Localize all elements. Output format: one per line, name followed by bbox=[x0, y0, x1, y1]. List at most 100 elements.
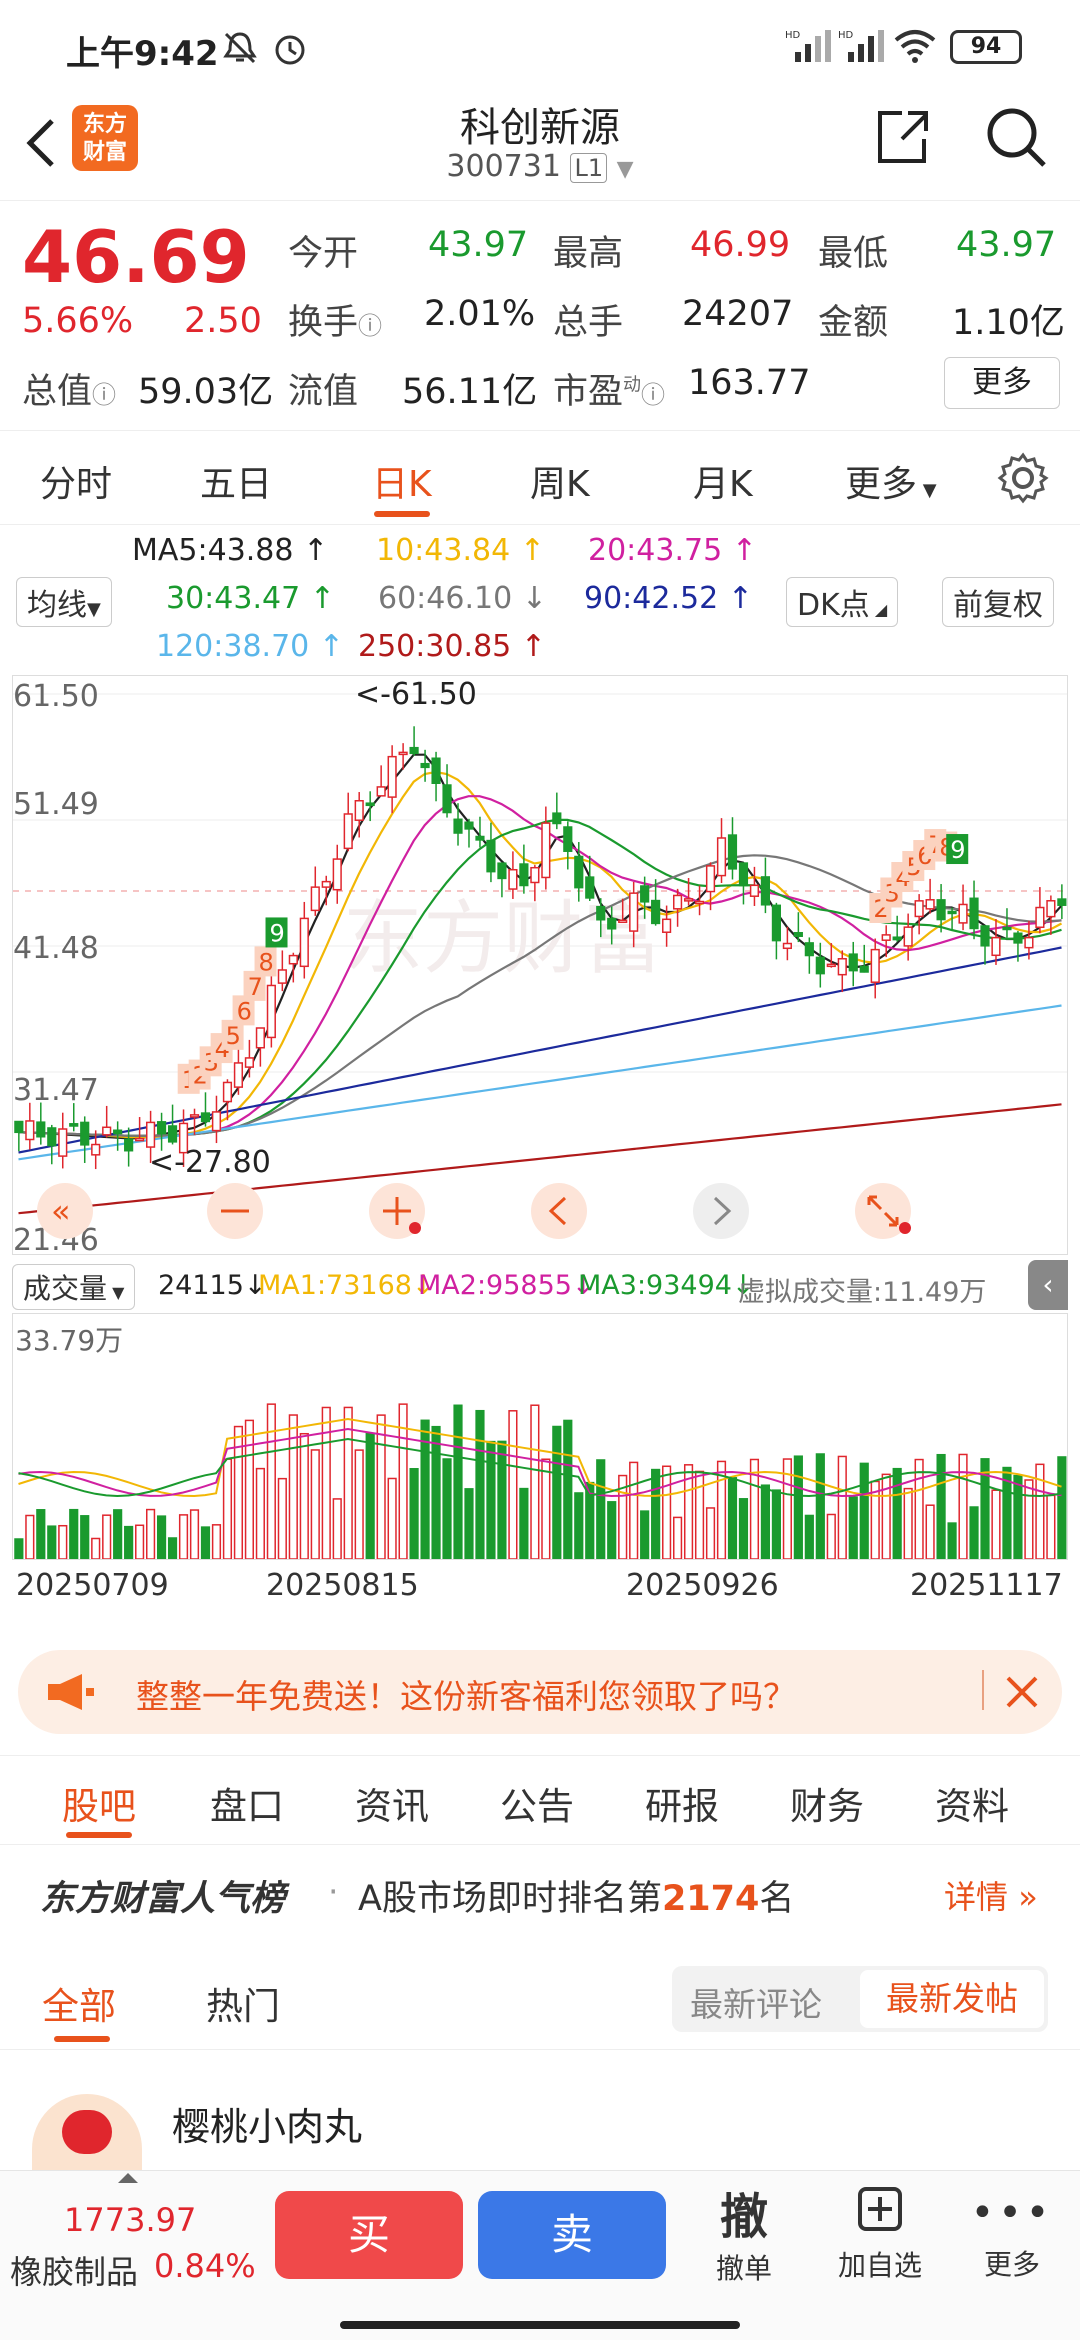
kline-chart[interactable]: 东方财富 61.50 51.49 41.48 31.47 21.46 <-61.… bbox=[12, 675, 1068, 1258]
candle-body bbox=[914, 900, 924, 918]
candle-body bbox=[365, 802, 375, 807]
volume-bar bbox=[299, 1432, 309, 1560]
dk-point-button[interactable]: DK点 ◢ bbox=[786, 577, 899, 627]
info-icon[interactable]: ⓘ bbox=[358, 312, 382, 340]
next-day-icon[interactable] bbox=[693, 1183, 749, 1239]
avatar-figure bbox=[62, 2110, 112, 2154]
volume-bar bbox=[189, 1509, 200, 1560]
info-icon[interactable]: ⓘ bbox=[92, 381, 116, 409]
rank-brand: 东方财富人气榜 bbox=[40, 1879, 286, 1919]
post-item[interactable]: 樱桃小肉丸 bbox=[0, 2060, 1080, 2170]
candle-body bbox=[859, 965, 869, 973]
post-author[interactable]: 樱桃小肉丸 bbox=[172, 2096, 362, 2151]
kline-svg[interactable]: 东方财富 61.50 51.49 41.48 31.47 21.46 <-61.… bbox=[13, 676, 1067, 1258]
sell-button[interactable]: 卖 bbox=[478, 2191, 666, 2279]
sector-name[interactable]: 橡胶制品 bbox=[10, 2247, 138, 2293]
candle-body bbox=[826, 963, 836, 968]
candle-body bbox=[244, 1057, 254, 1068]
settings-gear-icon[interactable] bbox=[996, 451, 1050, 505]
candle-body bbox=[881, 934, 891, 941]
tab-research[interactable]: 研报 bbox=[645, 1776, 719, 1830]
tab-pankou[interactable]: 盘口 bbox=[210, 1776, 284, 1830]
sort-latest-comment[interactable]: 最新评论 bbox=[690, 1978, 822, 2026]
td-marker: 9 bbox=[950, 836, 965, 864]
tab-weekly-k[interactable]: 周K bbox=[530, 455, 590, 507]
candle-body bbox=[25, 1120, 35, 1141]
volume-selector[interactable]: 成交量 ▼ bbox=[12, 1264, 136, 1310]
cancel-label: 撤单 bbox=[715, 2252, 772, 2285]
candle-body bbox=[848, 953, 858, 972]
volume-bar bbox=[25, 1514, 35, 1560]
chart-control-back-icon[interactable]: « bbox=[37, 1183, 93, 1239]
td-marker: 9 bbox=[270, 919, 285, 947]
zoom-out-icon[interactable] bbox=[207, 1183, 263, 1239]
tab-monthly-k[interactable]: 月K bbox=[693, 455, 753, 507]
filter-all[interactable]: 全部 bbox=[42, 1976, 116, 2030]
promo-banner[interactable]: 整整一年免费送！这份新客福利您领取了吗？ bbox=[18, 1650, 1062, 1734]
prev-day-icon[interactable] bbox=[531, 1183, 587, 1239]
volume-bar bbox=[1024, 1479, 1034, 1560]
rank-dot: · bbox=[328, 1872, 339, 1911]
more-button[interactable]: 更多 bbox=[944, 357, 1060, 409]
volume-bar bbox=[662, 1465, 672, 1560]
tab-more[interactable]: 更多 ▼ bbox=[845, 455, 937, 507]
tab-finance[interactable]: 财务 bbox=[790, 1776, 864, 1830]
volume-bar bbox=[903, 1487, 913, 1560]
candle-body bbox=[486, 839, 496, 873]
share-icon[interactable] bbox=[872, 105, 932, 169]
volume-bar bbox=[848, 1496, 858, 1560]
tab-guba[interactable]: 股吧 bbox=[62, 1776, 136, 1830]
volume-bar bbox=[519, 1487, 529, 1560]
candle-body bbox=[1013, 932, 1023, 944]
collapse-panel-icon[interactable]: ‹ bbox=[1028, 1260, 1068, 1310]
info-icon[interactable]: ⓘ bbox=[641, 381, 665, 409]
rank-text: A股市场即时排名第2174名 bbox=[358, 1870, 794, 1921]
tab-news[interactable]: 资讯 bbox=[355, 1776, 429, 1830]
cancel-order-button[interactable]: 撤 撤单 bbox=[700, 2177, 788, 2287]
tab-profile[interactable]: 资料 bbox=[935, 1776, 1009, 1830]
candle-body bbox=[892, 936, 902, 941]
volume-bar bbox=[47, 1525, 57, 1560]
mcap-label: 总值ⓘ bbox=[22, 363, 116, 414]
avatar[interactable] bbox=[32, 2094, 142, 2170]
alarm-icon bbox=[275, 35, 305, 65]
candle-body bbox=[1057, 898, 1067, 906]
mute-icon bbox=[223, 32, 257, 64]
volume-ma-line-3 bbox=[18, 1437, 1062, 1498]
tab-intraday[interactable]: 分时 bbox=[40, 455, 112, 507]
rank-detail-link[interactable]: 详情 » bbox=[944, 1872, 1038, 1918]
double-chevron-icon: » bbox=[1008, 1878, 1038, 1916]
candle-body bbox=[343, 813, 353, 850]
volume-bar bbox=[694, 1470, 705, 1560]
add-watchlist-button[interactable]: 加自选 bbox=[832, 2185, 928, 2284]
sector-index-value[interactable]: 1773.97 bbox=[64, 2201, 196, 2239]
td-marker: 6 bbox=[237, 997, 252, 1025]
tab-five-day[interactable]: 五日 bbox=[200, 455, 272, 507]
volume-chart[interactable]: 33.79万 bbox=[12, 1313, 1068, 1560]
adjust-button[interactable]: 前复权 bbox=[942, 577, 1054, 627]
zoom-in-icon[interactable] bbox=[369, 1183, 425, 1239]
search-icon[interactable] bbox=[982, 103, 1052, 173]
volume-bar bbox=[475, 1409, 485, 1560]
sort-latest-post[interactable]: 最新发帖 bbox=[860, 1970, 1044, 2028]
ma250-value: 250:30.85 ↑ bbox=[358, 629, 546, 664]
ma-selector[interactable]: 均线▼ bbox=[16, 577, 112, 627]
tab-announcements[interactable]: 公告 bbox=[500, 1776, 574, 1830]
filter-hot[interactable]: 热门 bbox=[206, 1976, 280, 2030]
volume-bar bbox=[859, 1462, 869, 1560]
candle-body bbox=[574, 855, 584, 889]
candle-body bbox=[1046, 900, 1056, 918]
mcap-label-text: 总值 bbox=[22, 372, 93, 412]
low-annotation: <-27.80 bbox=[149, 1145, 271, 1180]
fullscreen-icon[interactable] bbox=[855, 1183, 911, 1239]
tab-daily-k[interactable]: 日K bbox=[372, 455, 432, 507]
ma5-value: MA5:43.88 ↑ bbox=[132, 533, 329, 568]
popularity-rank[interactable]: 东方财富人气榜 · A股市场即时排名第2174名 详情 » bbox=[0, 1850, 1080, 1940]
candle-body bbox=[563, 826, 573, 852]
close-icon[interactable] bbox=[1002, 1672, 1042, 1712]
expand-icon[interactable] bbox=[118, 2173, 138, 2183]
buy-button[interactable]: 买 bbox=[275, 2191, 463, 2279]
float-value: 56.11亿 bbox=[402, 372, 538, 412]
ma20-value: 20:43.75 ↑ bbox=[588, 533, 757, 568]
more-menu-button[interactable]: ••• 更多 bbox=[970, 2193, 1054, 2283]
